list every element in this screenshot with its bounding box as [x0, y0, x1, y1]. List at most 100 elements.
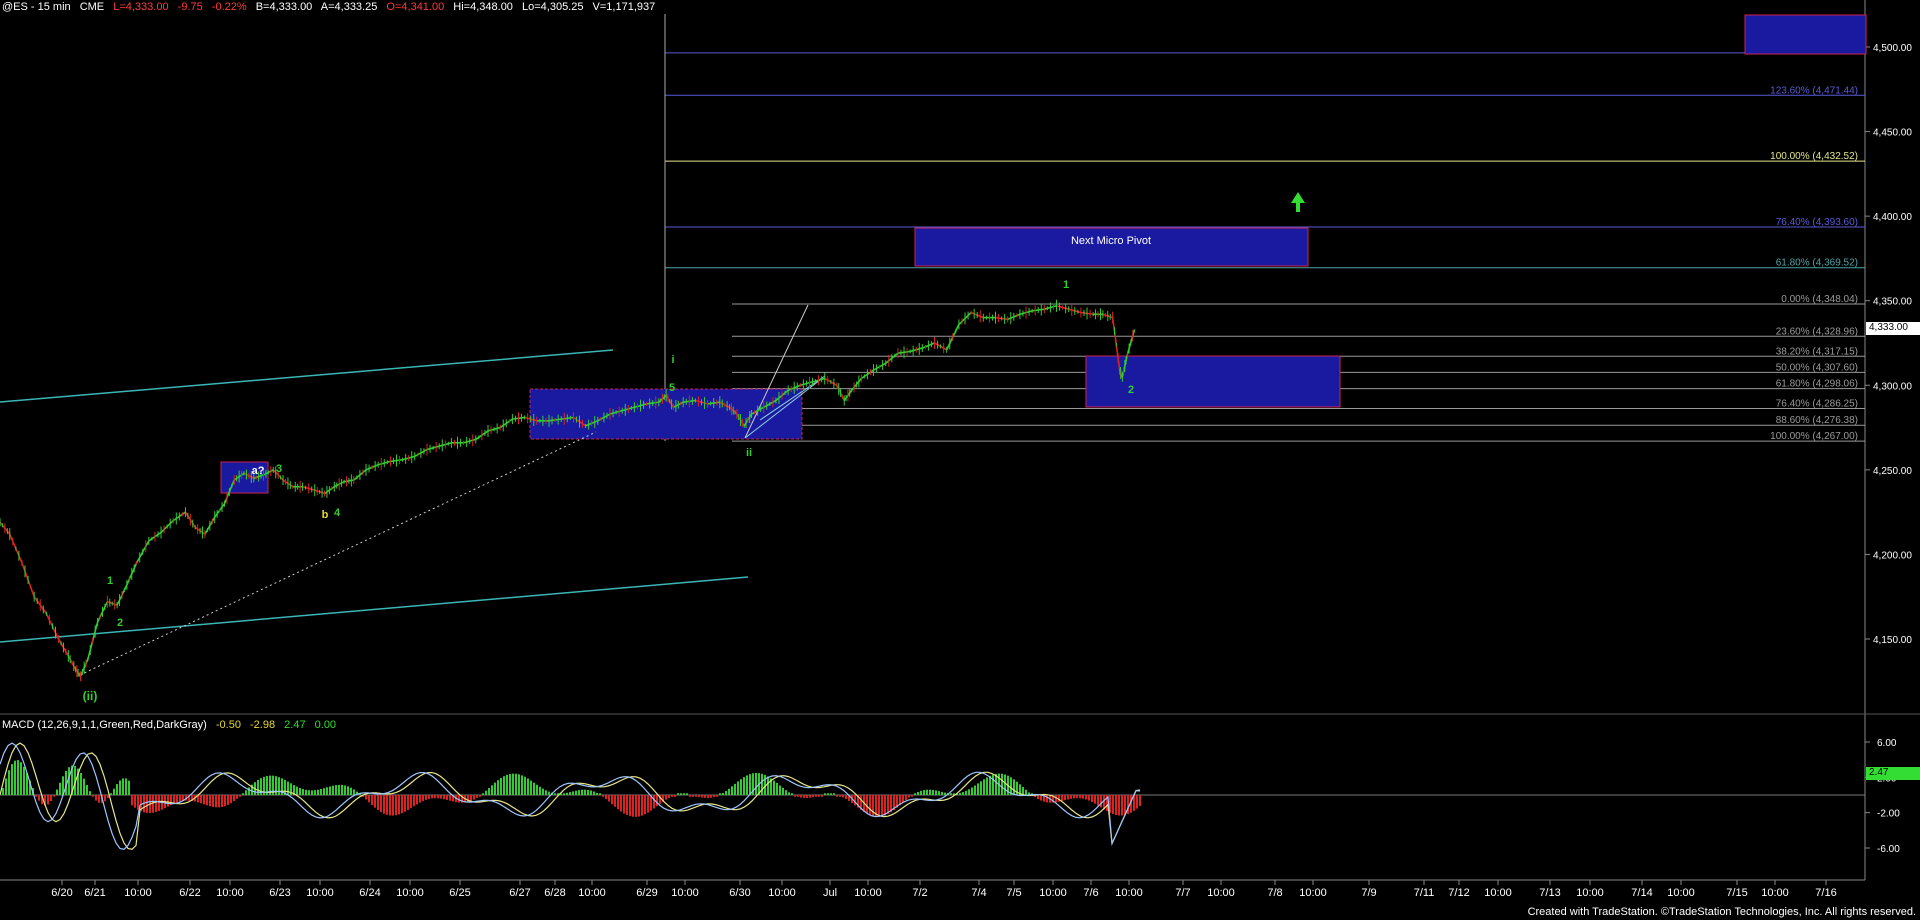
- macd-histogram-bar: [236, 795, 238, 799]
- macd-histogram-bar: [158, 795, 160, 811]
- time-tick-label: 6/21: [84, 887, 105, 899]
- wave-label: a?: [252, 465, 265, 477]
- macd-histogram-bar: [380, 795, 382, 813]
- macd-histogram-bar: [638, 795, 640, 817]
- macd-histogram-bar: [959, 792, 961, 795]
- macd-histogram-bar: [500, 778, 502, 795]
- macd-histogram-bar: [278, 777, 280, 795]
- macd-histogram-bar: [113, 788, 115, 795]
- wave-label: 3: [276, 463, 282, 475]
- macd-histogram-bar: [566, 792, 568, 795]
- macd-histogram-bar: [719, 793, 721, 795]
- macd-histogram-bar: [122, 778, 124, 795]
- macd-histogram-bar: [1079, 795, 1081, 799]
- macd-histogram-bar: [749, 774, 751, 795]
- wave-label: 1: [1063, 279, 1069, 291]
- macd-histogram-bar: [935, 790, 937, 795]
- macd-histogram-bar: [212, 795, 214, 807]
- price-tick-label: 4,300.00: [1873, 381, 1912, 392]
- macd-histogram-bar: [665, 795, 667, 800]
- macd-histogram-bar: [908, 795, 910, 798]
- time-tick-label: 7/7: [1175, 887, 1190, 899]
- macd-histogram-bar: [422, 795, 424, 802]
- macd-histogram-bar: [1061, 795, 1063, 802]
- macd-histogram-bar: [917, 791, 919, 795]
- time-tick-label: 7/2: [912, 887, 927, 899]
- macd-histogram-bar: [686, 793, 688, 795]
- macd-histogram-bar: [728, 788, 730, 795]
- macd-value-tag: 2.47: [1866, 767, 1920, 780]
- macd-histogram-bar: [635, 795, 637, 817]
- macd-histogram-bar: [575, 790, 577, 795]
- macd-histogram-bar: [377, 795, 379, 811]
- macd-histogram-bar: [443, 795, 445, 800]
- macd-histogram-bar: [86, 784, 88, 795]
- macd-histogram-bar: [530, 780, 532, 795]
- macd-histogram-bar: [974, 785, 976, 795]
- macd-histogram-bar: [509, 773, 511, 795]
- macd-histogram-bar: [713, 795, 715, 798]
- time-tick-label: 7/16: [1815, 887, 1836, 899]
- time-tick-label: 7/15: [1726, 887, 1747, 899]
- macd-tick-label: 6.00: [1877, 738, 1897, 749]
- macd-histogram-bar: [524, 776, 526, 795]
- macd-histogram-bar: [248, 787, 250, 795]
- macd-histogram-bar: [395, 795, 397, 816]
- macd-histogram-bar: [506, 774, 508, 795]
- macd-histogram-bar: [773, 780, 775, 795]
- wave-label: ii: [746, 447, 752, 459]
- macd-histogram-bar: [134, 795, 136, 808]
- macd-histogram-bar: [743, 777, 745, 795]
- macd-histogram-bar: [317, 789, 319, 795]
- macd-histogram-bar: [329, 786, 331, 795]
- macd-histogram-bar: [206, 795, 208, 806]
- wave-label: 1: [107, 575, 113, 587]
- macd-histogram-bar: [299, 787, 301, 795]
- macd-histogram-bar: [98, 795, 100, 803]
- macd-histogram-bar: [398, 795, 400, 815]
- macd-histogram-bar: [449, 795, 451, 801]
- macd-histogram-bar: [656, 795, 658, 807]
- macd-histogram-bar: [287, 781, 289, 795]
- macd-histogram-bar: [1037, 795, 1039, 800]
- macd-histogram-bar: [374, 795, 376, 808]
- wave-label: 2: [117, 617, 123, 629]
- macd-histogram-bar: [308, 790, 310, 795]
- macd-histogram-bar: [521, 775, 523, 795]
- next-micro-pivot-zone: [914, 227, 1309, 267]
- macd-histogram-bar: [632, 795, 634, 817]
- macd-histogram-bar: [50, 795, 52, 802]
- macd-histogram-bar: [842, 795, 844, 798]
- macd-histogram-bar: [116, 784, 118, 795]
- macd-histogram-bar: [230, 795, 232, 804]
- macd-histogram-bar: [938, 791, 940, 795]
- macd-histogram-bar: [746, 775, 748, 795]
- macd-histogram-bar: [554, 793, 556, 795]
- macd-histogram-bar: [344, 785, 346, 795]
- macd-histogram-bar: [1001, 773, 1003, 795]
- macd-histogram-bar: [698, 795, 700, 798]
- macd-histogram-bar: [23, 766, 25, 795]
- macd-histogram-bar: [1136, 795, 1138, 809]
- macd-histogram-bar: [179, 795, 181, 802]
- macd-histogram-bar: [944, 792, 946, 795]
- macd-histogram-bar: [569, 792, 571, 795]
- macd-histogram-bar: [983, 779, 985, 795]
- macd-histogram-bar: [296, 786, 298, 795]
- time-tick-label: 6/23: [269, 887, 290, 899]
- price-chart[interactable]: 4,500.00 4,450.00 4,400.00 4,350.00 4,300.00…: [0, 0, 1920, 920]
- time-tick-label: 7/11: [1414, 887, 1435, 899]
- time-tick-label: 10:00: [1115, 887, 1143, 899]
- macd-histogram-bar: [920, 790, 922, 795]
- macd-histogram-bar: [446, 795, 448, 800]
- macd-histogram-bar: [905, 795, 907, 800]
- macd-histogram-bar: [881, 795, 883, 817]
- fib-level-label: 76.40% (4,393.60): [1776, 217, 1858, 228]
- macd-histogram-bar: [794, 795, 796, 797]
- fib-level-label: 61.80% (4,369.52): [1776, 258, 1858, 269]
- macd-histogram-bar: [629, 795, 631, 817]
- fib-level-label: 88.60% (4,276.38): [1776, 415, 1858, 426]
- fib-level-label: 61.80% (4,298.06): [1776, 379, 1858, 390]
- macd-histogram-bar: [245, 790, 247, 795]
- macd-histogram-bar: [314, 790, 316, 795]
